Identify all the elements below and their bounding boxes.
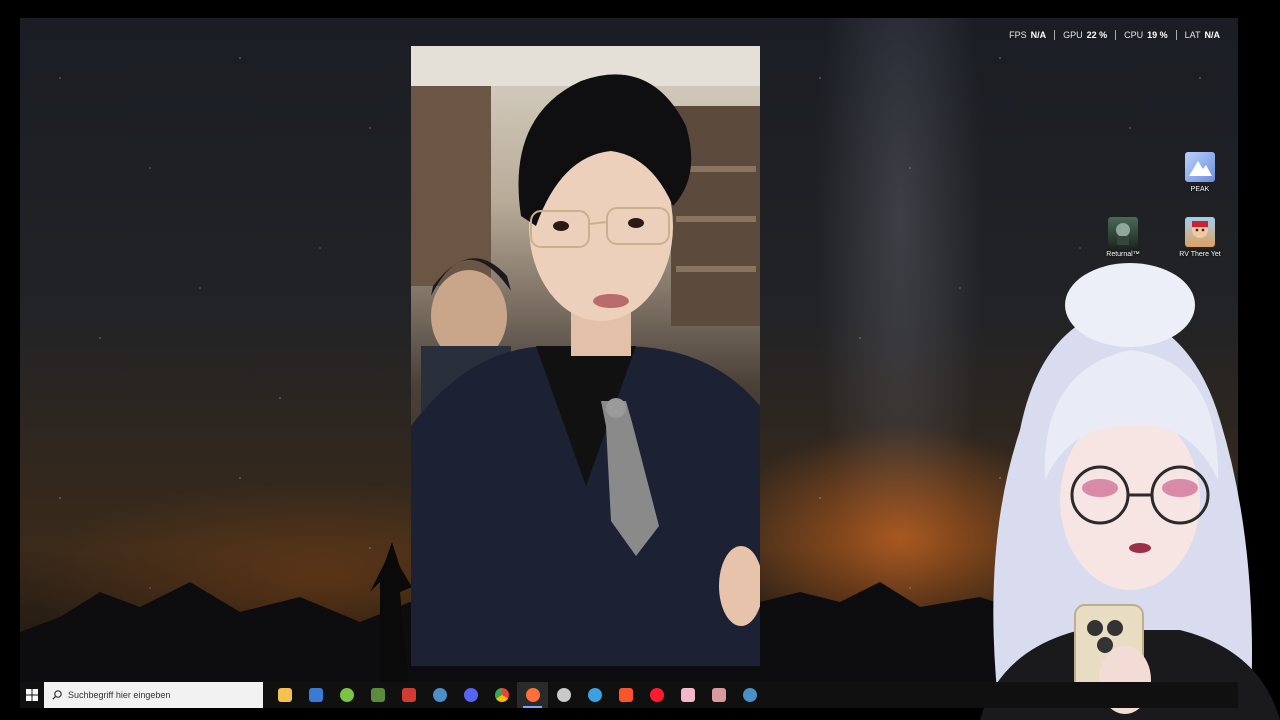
taskbar-app-blue-swirl[interactable]	[579, 682, 610, 708]
swirl-icon	[587, 688, 602, 702]
discord-icon	[463, 688, 478, 702]
taskbar-app-steam[interactable]	[424, 682, 455, 708]
steam-icon	[742, 688, 757, 702]
heart-app-icon	[680, 688, 695, 702]
store-icon	[308, 688, 323, 702]
chrome-icon	[494, 688, 509, 702]
taskbar-app-news[interactable]	[393, 682, 424, 708]
vtuber-avatar	[980, 263, 1280, 720]
rv-there-yet-game-icon	[1185, 217, 1215, 247]
taskbar-app-opera[interactable]	[641, 682, 672, 708]
windows-logo-icon	[26, 689, 38, 701]
taskbar-apps	[269, 682, 765, 708]
taskbar-app-microsoft-store[interactable]	[300, 682, 331, 708]
desktop-icon-label: PEAK	[1190, 186, 1210, 193]
desktop-icon-peak[interactable]: PEAK	[1168, 152, 1232, 194]
taskbar-app-android[interactable]	[331, 682, 362, 708]
taskbar-app-minecraft[interactable]	[362, 682, 393, 708]
video-frame	[411, 46, 760, 666]
taskbar-app-discord[interactable]	[455, 682, 486, 708]
start-button[interactable]	[20, 682, 44, 708]
cpu-value: 19 %	[1147, 30, 1168, 40]
taskbar-app-tool[interactable]	[703, 682, 734, 708]
returnal-game-icon	[1108, 217, 1138, 247]
taskbar-app-steam-2[interactable]	[734, 682, 765, 708]
search-placeholder: Suchbegriff hier eingeben	[68, 690, 171, 700]
search-icon	[52, 690, 62, 700]
taskbar-app-pink[interactable]	[672, 682, 703, 708]
brave-lion-icon	[618, 688, 633, 702]
android-icon	[339, 688, 354, 702]
folder-icon	[277, 688, 292, 702]
gpu-label: GPU	[1063, 30, 1083, 40]
gpu-value: 22 %	[1086, 30, 1108, 40]
news-icon	[401, 688, 416, 702]
taskbar: Suchbegriff hier eingeben	[20, 682, 1238, 708]
taskbar-app-brave[interactable]	[610, 682, 641, 708]
latency-readout: LAT N/A	[1175, 30, 1228, 40]
steam-icon	[432, 688, 447, 702]
opera-icon	[649, 688, 664, 702]
minecraft-icon	[370, 688, 385, 702]
fps-label: FPS	[1009, 30, 1027, 40]
fps-readout: FPS N/A	[1001, 30, 1054, 40]
lat-label: LAT	[1184, 30, 1201, 40]
performance-overlay: FPS N/A GPU 22 % CPU 19 % LAT N/A	[1001, 30, 1228, 40]
gpu-readout: GPU 22 %	[1054, 30, 1115, 40]
speedometer-icon	[556, 688, 571, 702]
taskbar-app-firefox[interactable]	[517, 682, 548, 708]
firefox-icon	[525, 688, 540, 702]
lat-value: N/A	[1204, 30, 1221, 40]
taskbar-app-chrome[interactable]	[486, 682, 517, 708]
cpu-label: CPU	[1124, 30, 1144, 40]
taskbar-app-speedometer[interactable]	[548, 682, 579, 708]
cpu-readout: CPU 19 %	[1115, 30, 1176, 40]
video-player-window[interactable]	[411, 46, 760, 666]
tool-icon	[711, 688, 726, 702]
fps-value: N/A	[1030, 30, 1047, 40]
taskbar-search-input[interactable]: Suchbegriff hier eingeben	[44, 682, 263, 708]
peak-game-icon	[1185, 152, 1215, 182]
taskbar-app-file-explorer[interactable]	[269, 682, 300, 708]
